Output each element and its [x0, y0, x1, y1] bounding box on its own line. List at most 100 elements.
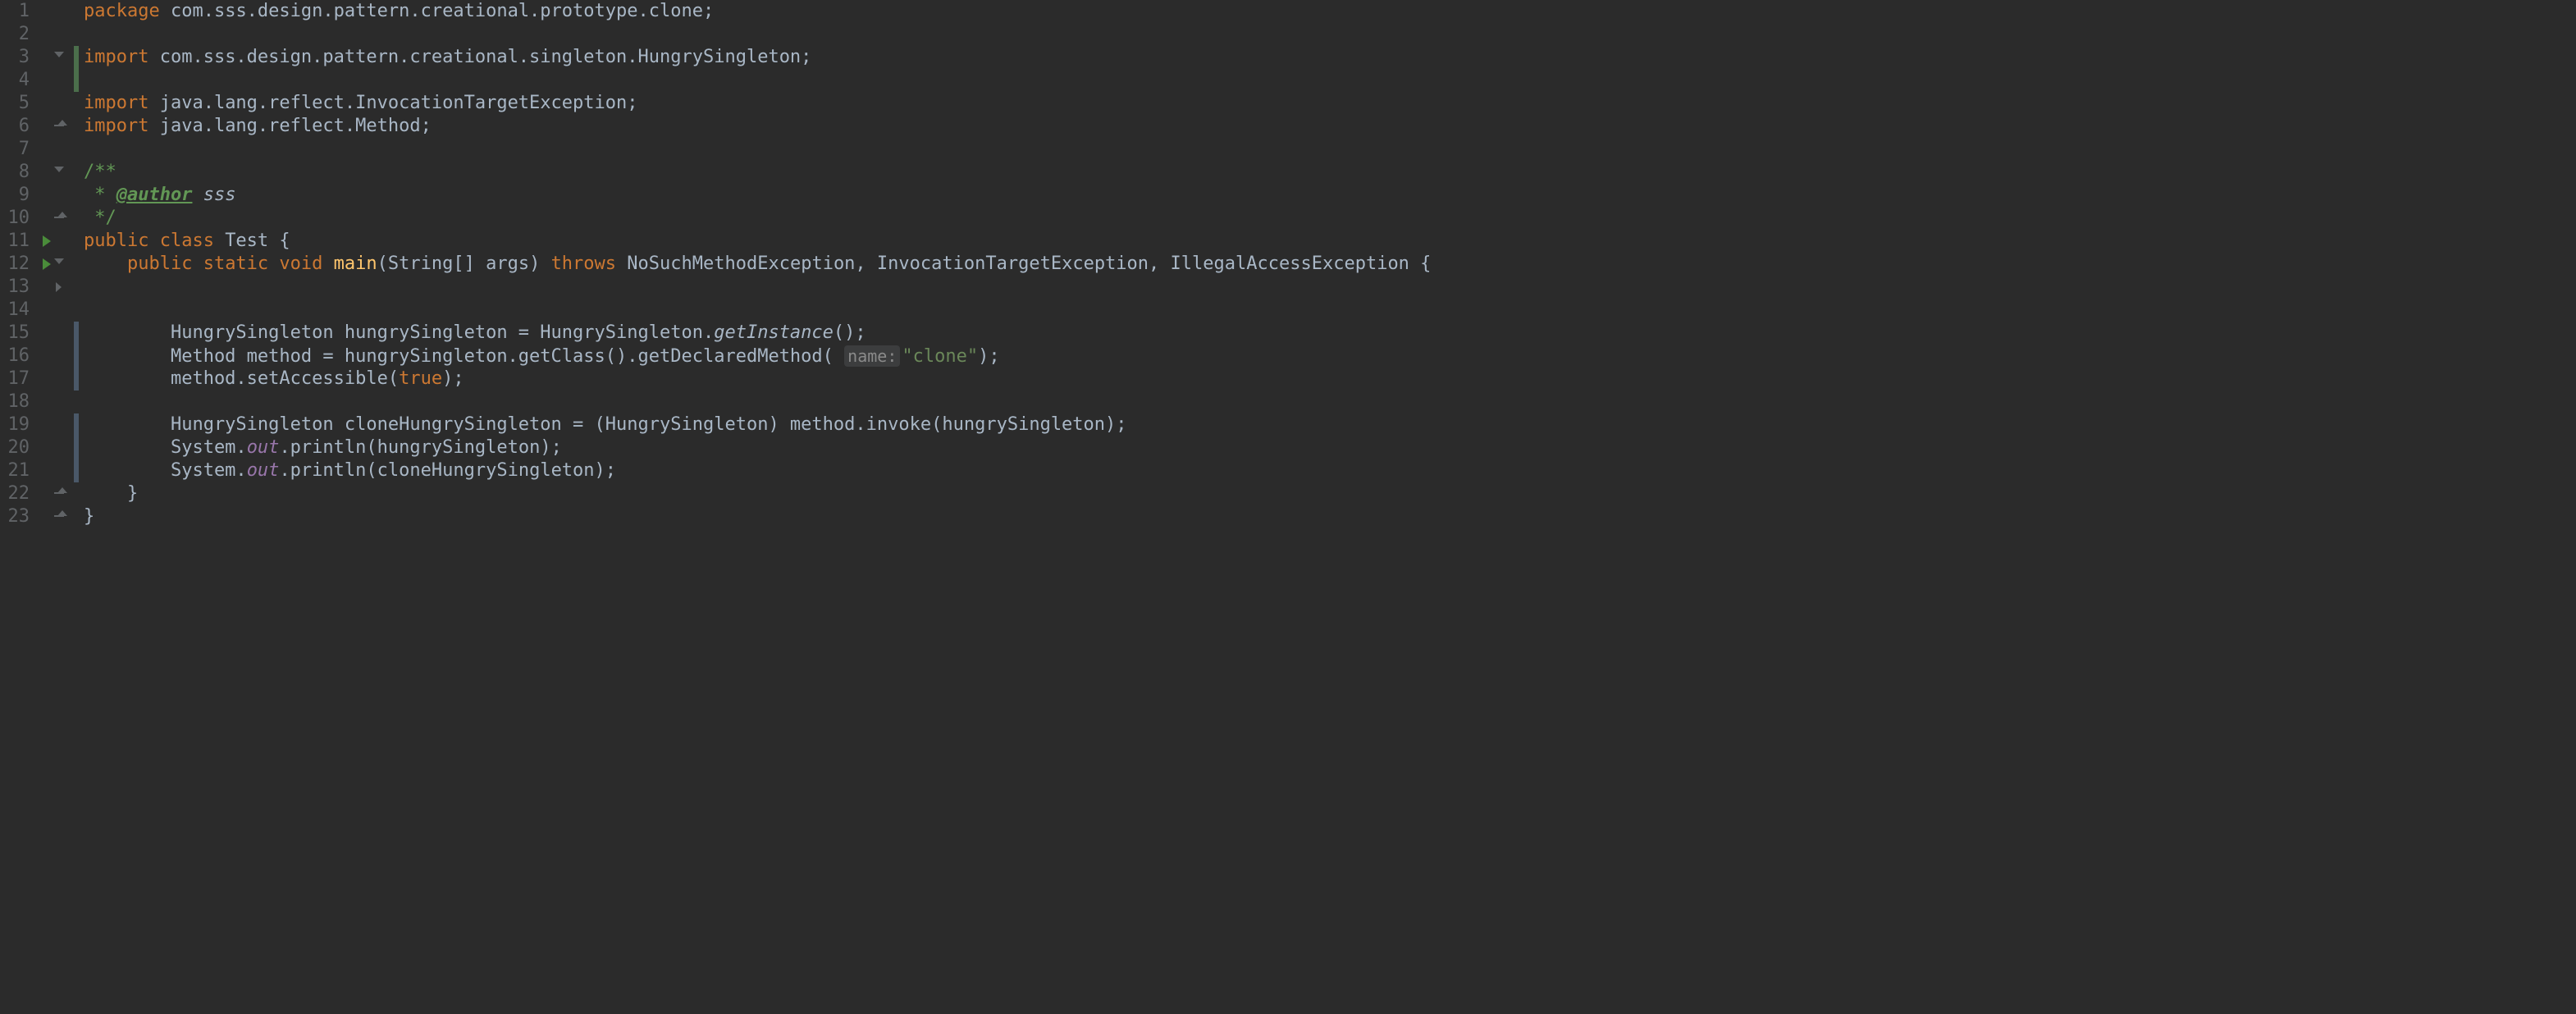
gutter	[53, 322, 80, 345]
code-line[interactable]: 6import java.lang.reflect.Method;	[0, 115, 2576, 138]
gutter	[53, 46, 80, 69]
code-text[interactable]: method.setAccessible(true);	[80, 368, 464, 391]
vcs-change-marker	[74, 413, 79, 436]
line-number: 16	[0, 345, 34, 368]
fold-toggle-icon[interactable]	[54, 52, 64, 57]
line-number: 15	[0, 322, 34, 345]
gutter	[53, 482, 80, 505]
code-text[interactable]: import java.lang.reflect.Method;	[80, 115, 432, 138]
line-number: 11	[0, 230, 34, 253]
run-gutter-icon[interactable]	[43, 235, 51, 247]
fold-end-icon[interactable]	[54, 217, 64, 218]
gutter	[53, 505, 80, 528]
gutter	[53, 413, 80, 436]
vcs-change-marker	[74, 459, 79, 482]
gutter	[53, 459, 80, 482]
code-text[interactable]	[80, 276, 84, 299]
gutter	[53, 345, 80, 368]
run-gutter-icon[interactable]	[43, 258, 51, 270]
code-line[interactable]: 14	[0, 299, 2576, 322]
line-number: 22	[0, 482, 34, 505]
code-text[interactable]: System.out.println(hungrySingleton);	[80, 436, 562, 459]
gutter	[53, 23, 80, 46]
vcs-change-marker	[74, 322, 79, 345]
code-text[interactable]: import com.sss.design.pattern.creational…	[80, 46, 811, 69]
code-line[interactable]: 16 Method method = hungrySingleton.getCl…	[0, 345, 2576, 368]
code-line[interactable]: 3 import com.sss.design.pattern.creationa…	[0, 46, 2576, 69]
code-text[interactable]	[80, 138, 84, 161]
fold-end-icon[interactable]	[54, 125, 64, 126]
gutter	[53, 276, 80, 299]
code-line[interactable]: 8 /**	[0, 161, 2576, 184]
code-line[interactable]: 1 package com.sss.design.pattern.creation…	[0, 0, 2576, 23]
code-text[interactable]: HungrySingleton hungrySingleton = Hungry…	[80, 322, 866, 345]
code-text[interactable]: package com.sss.design.pattern.creationa…	[80, 0, 714, 23]
code-text[interactable]: import java.lang.reflect.InvocationTarge…	[80, 92, 638, 115]
line-number: 4	[0, 69, 34, 92]
code-line[interactable]: 18	[0, 391, 2576, 413]
code-line[interactable]: 5 import java.lang.reflect.InvocationTarg…	[0, 92, 2576, 115]
line-number: 12	[0, 253, 34, 276]
line-number: 9	[0, 184, 34, 207]
code-line[interactable]: 7	[0, 138, 2576, 161]
code-line[interactable]: 21 System.out.println(cloneHungrySinglet…	[0, 459, 2576, 482]
code-text[interactable]	[80, 23, 84, 46]
code-line[interactable]: 13	[0, 276, 2576, 299]
gutter	[53, 391, 80, 413]
code-line[interactable]: 20 System.out.println(hungrySingleton);	[0, 436, 2576, 459]
fold-toggle-icon[interactable]	[54, 167, 64, 172]
code-text[interactable]	[80, 69, 84, 92]
code-text[interactable]	[80, 299, 84, 322]
code-text[interactable]: /**	[80, 161, 116, 184]
gutter	[53, 368, 80, 391]
code-line[interactable]: 22 }	[0, 482, 2576, 505]
fold-toggle-icon[interactable]	[54, 258, 64, 264]
line-number: 13	[0, 276, 34, 299]
fold-end-icon[interactable]	[54, 515, 64, 517]
fold-toggle-icon[interactable]	[56, 282, 62, 292]
vcs-change-marker	[74, 368, 79, 391]
line-number: 14	[0, 299, 34, 322]
line-number: 20	[0, 436, 34, 459]
code-text[interactable]: public static void main(String[] args) t…	[80, 253, 1431, 276]
code-text[interactable]: public class Test {	[80, 230, 290, 253]
code-line[interactable]: 10 */	[0, 207, 2576, 230]
line-number: 7	[0, 138, 34, 161]
line-number: 3	[0, 46, 34, 69]
vcs-change-marker	[74, 46, 79, 69]
code-text[interactable]: */	[80, 207, 116, 230]
gutter	[53, 69, 80, 92]
code-line[interactable]: 2	[0, 23, 2576, 46]
line-number: 17	[0, 368, 34, 391]
vcs-change-marker	[74, 345, 79, 368]
code-text[interactable]: }	[80, 482, 138, 505]
line-number: 2	[0, 23, 34, 46]
gutter	[53, 161, 80, 184]
code-editor[interactable]: 1 package com.sss.design.pattern.creation…	[0, 0, 2576, 528]
line-number: 1	[0, 0, 34, 23]
gutter	[53, 436, 80, 459]
code-text[interactable]: HungrySingleton cloneHungrySingleton = (…	[80, 413, 1127, 436]
code-line[interactable]: 23}	[0, 505, 2576, 528]
code-line[interactable]: 12 public static void main(String[] args…	[0, 253, 2576, 276]
code-line[interactable]: 9 * @author sss	[0, 184, 2576, 207]
line-number: 21	[0, 459, 34, 482]
line-number: 8	[0, 161, 34, 184]
code-line[interactable]: 19 HungrySingleton cloneHungrySingleton …	[0, 413, 2576, 436]
fold-end-icon[interactable]	[54, 492, 64, 494]
code-line[interactable]: 11 public class Test {	[0, 230, 2576, 253]
gutter	[53, 92, 80, 115]
code-line[interactable]: 17 method.setAccessible(true);	[0, 368, 2576, 391]
code-line[interactable]: 4	[0, 69, 2576, 92]
code-line[interactable]: 15 HungrySingleton hungrySingleton = Hun…	[0, 322, 2576, 345]
gutter	[53, 138, 80, 161]
code-text[interactable]: * @author sss	[80, 184, 235, 207]
gutter	[53, 207, 80, 230]
line-number: 5	[0, 92, 34, 115]
code-text[interactable]: }	[80, 505, 94, 528]
code-text[interactable]	[80, 391, 84, 413]
code-text[interactable]: Method method = hungrySingleton.getClass…	[80, 345, 1000, 368]
gutter	[53, 115, 80, 138]
code-text[interactable]: System.out.println(cloneHungrySingleton)…	[80, 459, 616, 482]
vcs-change-marker	[74, 436, 79, 459]
